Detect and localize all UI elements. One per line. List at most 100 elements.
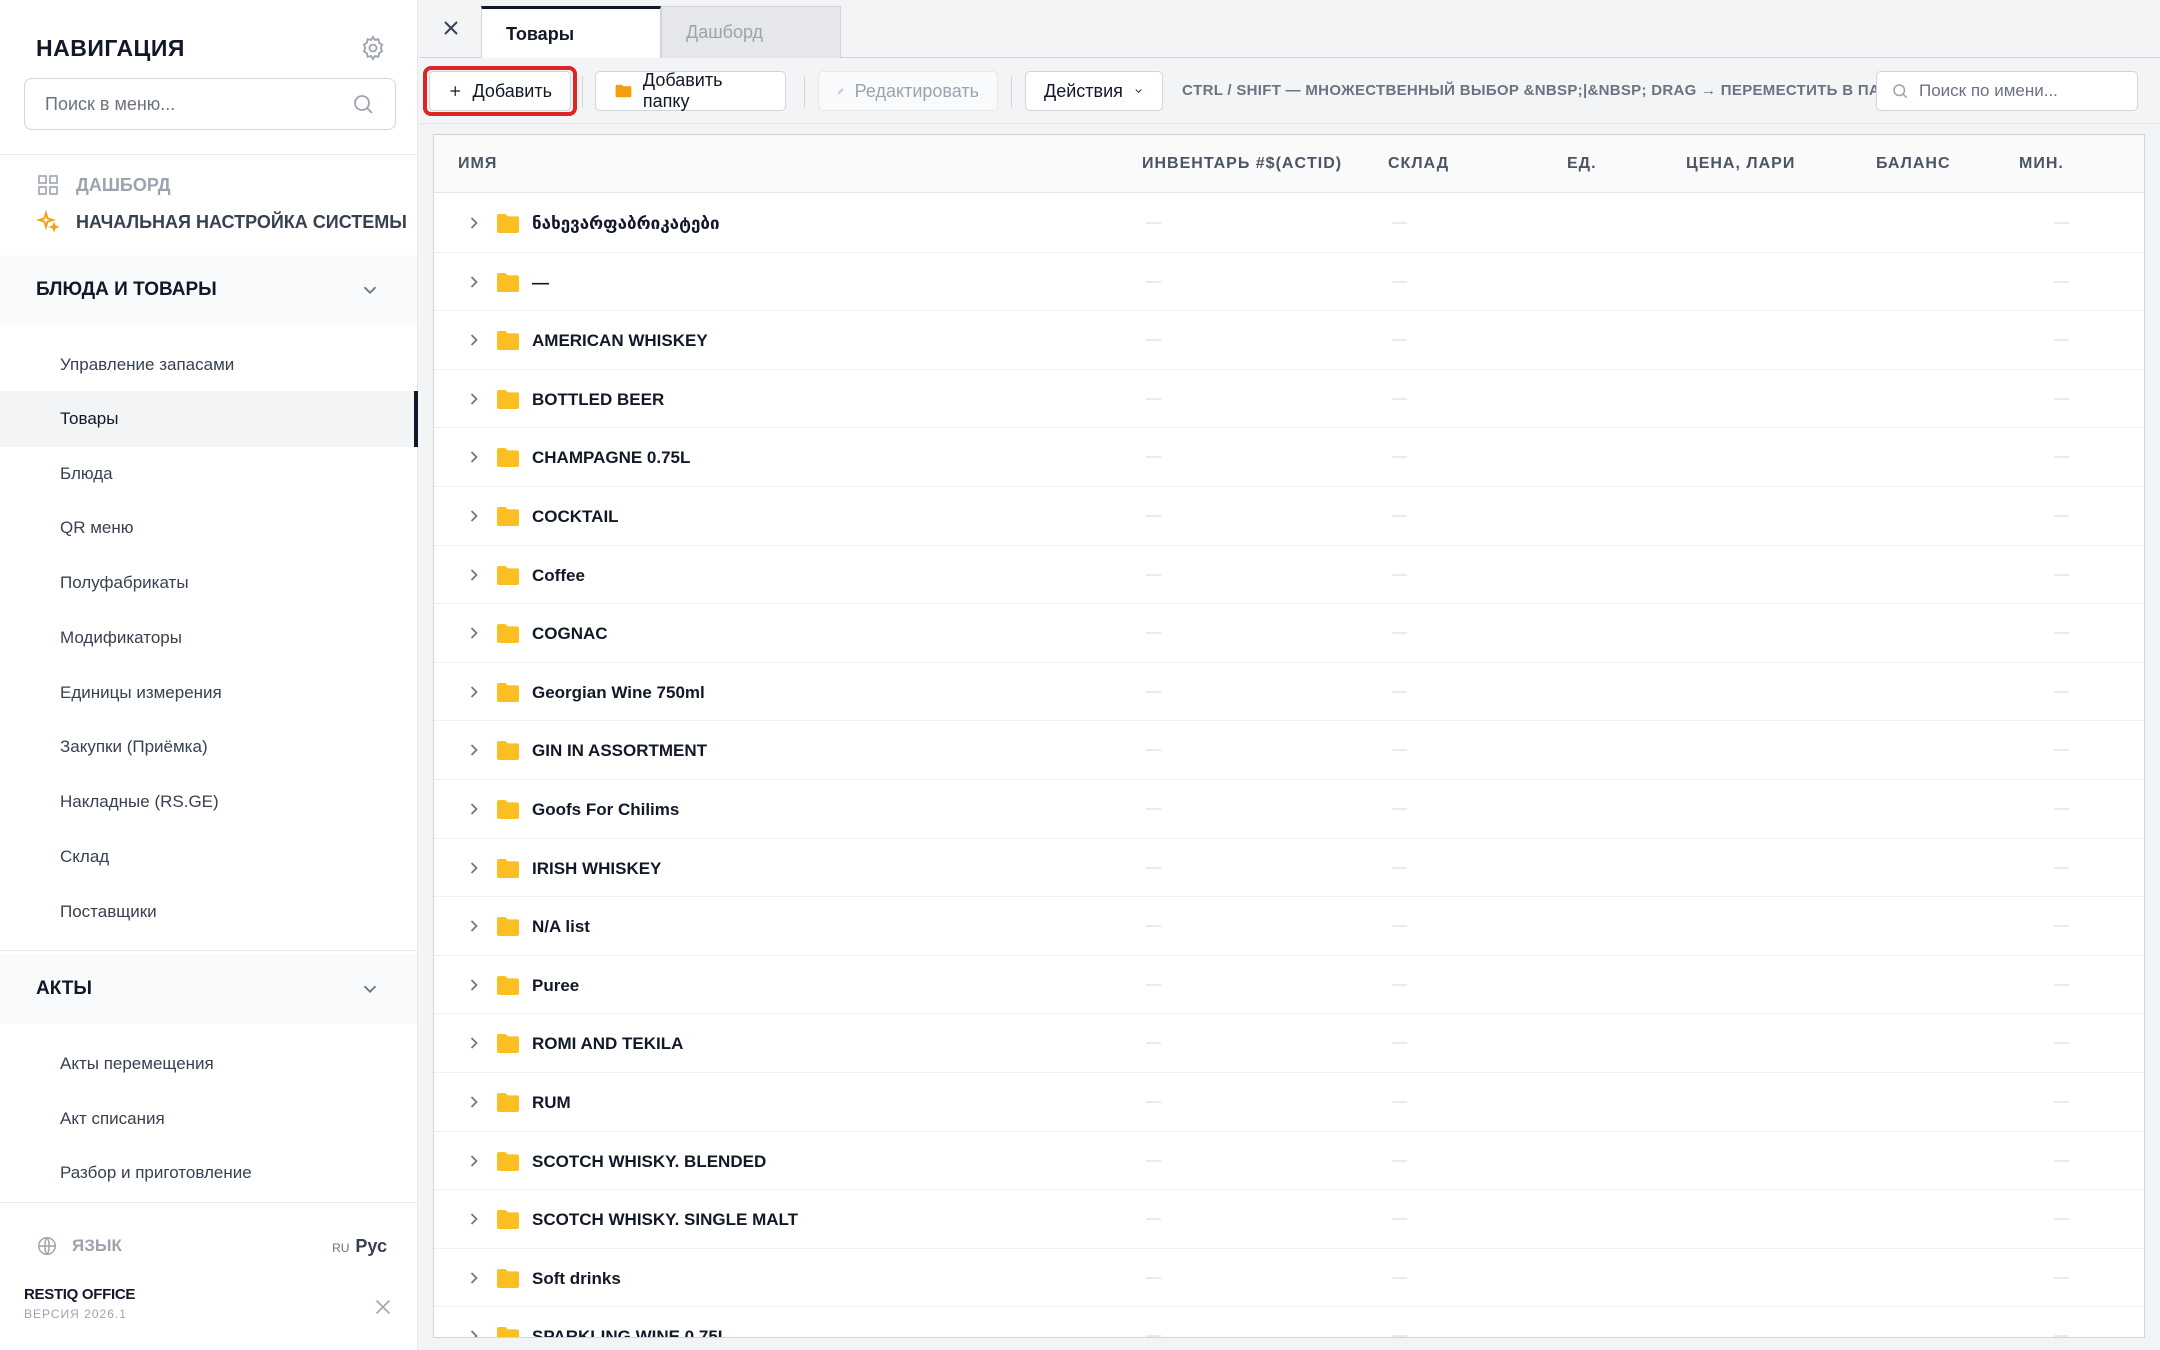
language-current[interactable]: RU Рус	[332, 1236, 387, 1257]
language-name: Рус	[355, 1235, 387, 1256]
sidebar-group-acts[interactable]: АКТЫ	[0, 954, 417, 1024]
add-button-label: Добавить	[472, 80, 552, 101]
column-header-unit[interactable]: ЕД.	[1567, 155, 1597, 173]
sidebar-item-suppliers[interactable]: Поставщики	[0, 884, 418, 940]
chevron-right-icon[interactable]	[464, 272, 484, 292]
table-row[interactable]: COGNAC — — —	[434, 604, 2144, 663]
sidebar-item-qr-menu[interactable]: QR меню	[0, 500, 418, 556]
table-row[interactable]: SCOTCH WHISKY. SINGLE MALT — — —	[434, 1190, 2144, 1249]
sidebar-item-modifiers[interactable]: Модификаторы	[0, 610, 418, 666]
close-icon[interactable]	[372, 1296, 394, 1318]
chevron-right-icon[interactable]	[464, 447, 484, 467]
table-row[interactable]: IRISH WHISKEY — — —	[434, 839, 2144, 898]
table-row[interactable]: SCOTCH WHISKY. BLENDED — — —	[434, 1132, 2144, 1191]
chevron-right-icon[interactable]	[464, 623, 484, 643]
language-switcher[interactable]: ЯЗЫК RU Рус	[36, 1230, 387, 1262]
table-row[interactable]: BOTTLED BEER — — —	[434, 370, 2144, 429]
sidebar-item-transfer-acts[interactable]: Акты перемещения	[0, 1036, 418, 1092]
row-min: —	[2054, 448, 2069, 466]
chevron-right-icon[interactable]	[464, 799, 484, 819]
edit-button[interactable]: Редактировать	[818, 71, 998, 111]
table-row[interactable]: CHAMPAGNE 0.75L — — —	[434, 428, 2144, 487]
chevron-right-icon[interactable]	[464, 1268, 484, 1288]
column-header-warehouse[interactable]: СКЛАД	[1388, 155, 1449, 173]
chevron-right-icon[interactable]	[464, 389, 484, 409]
row-inventory: —	[1146, 1268, 1161, 1286]
menu-search-input[interactable]: Поиск в меню...	[24, 78, 396, 130]
sidebar-item-dishes[interactable]: Блюда	[0, 446, 418, 502]
row-inventory: —	[1146, 565, 1161, 583]
chevron-right-icon[interactable]	[464, 740, 484, 760]
table-row[interactable]: Puree — — —	[434, 956, 2144, 1015]
row-warehouse: —	[1392, 507, 1407, 524]
sidebar-item-goods[interactable]: Товары	[0, 391, 418, 447]
row-name: RUM	[532, 1093, 571, 1112]
folder-icon	[497, 741, 519, 761]
column-header-price[interactable]: ЦЕНА, ЛАРИ	[1686, 155, 1795, 173]
table-row[interactable]: ნახევარფაბრიკატები — — —	[434, 194, 2144, 253]
table-row[interactable]: GIN IN ASSORTMENT — — —	[434, 721, 2144, 780]
sidebar-link-setup[interactable]: НАЧАЛЬНАЯ НАСТРОЙКА СИСТЕМЫ	[36, 206, 407, 238]
column-header-inventory[interactable]: ИНВЕНТАРЬ #$(ACTID)	[1142, 155, 1342, 173]
folder-icon	[497, 624, 519, 644]
row-name: SPARKLING WINE 0.75L	[532, 1327, 729, 1338]
close-tab-icon[interactable]	[439, 16, 463, 40]
chevron-right-icon[interactable]	[464, 1033, 484, 1053]
sidebar-item-write-off[interactable]: Акт списания	[0, 1091, 418, 1147]
chevron-right-icon[interactable]	[464, 1151, 484, 1171]
chevron-right-icon[interactable]	[464, 1326, 484, 1338]
table-row[interactable]: Goofs For Chilims — — —	[434, 780, 2144, 839]
table-row[interactable]: ROMI AND TEKILA — — —	[434, 1014, 2144, 1073]
chevron-right-icon[interactable]	[464, 975, 484, 995]
toolbar-separator	[804, 76, 805, 108]
chevron-right-icon[interactable]	[464, 213, 484, 233]
chevron-right-icon[interactable]	[464, 682, 484, 702]
chevron-right-icon[interactable]	[464, 1092, 484, 1112]
sidebar-link-dashboard[interactable]: ДАШБОРД	[36, 169, 171, 201]
chevron-right-icon[interactable]	[464, 1209, 484, 1229]
table-row[interactable]: COCKTAIL — — —	[434, 487, 2144, 546]
table-row[interactable]: SPARKLING WINE 0.75L — — —	[434, 1307, 2144, 1338]
tab-dashboard[interactable]: Дашборд	[661, 6, 841, 58]
row-warehouse: —	[1392, 1268, 1407, 1286]
actions-dropdown[interactable]: Действия	[1025, 71, 1163, 111]
sidebar-item-disassembly[interactable]: Разбор и приготовление	[0, 1145, 418, 1201]
sidebar-item-label: Единицы измерения	[60, 683, 222, 702]
folder-icon	[497, 975, 519, 995]
chevron-right-icon[interactable]	[464, 858, 484, 878]
chevron-right-icon[interactable]	[464, 330, 484, 350]
add-folder-button[interactable]: Добавить папку	[595, 70, 786, 111]
sidebar-item-warehouse[interactable]: Склад	[0, 829, 418, 885]
tab-goods[interactable]: Товары	[481, 6, 661, 59]
search-icon	[1893, 84, 1908, 99]
table-row[interactable]: — — — —	[434, 253, 2144, 312]
name-search-input[interactable]: Поиск по имени...	[1876, 71, 2138, 111]
column-header-balance[interactable]: БАЛАНС	[1876, 155, 1951, 173]
table-row[interactable]: Soft drinks — — —	[434, 1249, 2144, 1308]
folder-icon	[497, 272, 519, 292]
sidebar-group-goods[interactable]: БЛЮДА И ТОВАРЫ	[0, 255, 417, 325]
row-inventory: —	[1146, 741, 1161, 759]
sidebar-item-purchases[interactable]: Закупки (Приёмка)	[0, 719, 418, 775]
add-button[interactable]: Добавить	[429, 71, 571, 111]
row-min: —	[2054, 565, 2069, 583]
table-row[interactable]: RUM — — —	[434, 1073, 2144, 1132]
toolbar-separator	[582, 76, 583, 108]
sidebar-item-semi-finished[interactable]: Полуфабрикаты	[0, 555, 418, 611]
sidebar-item-invoices[interactable]: Накладные (RS.GE)	[0, 774, 418, 830]
table-row[interactable]: AMERICAN WHISKEY — — —	[434, 311, 2144, 370]
row-min: —	[2054, 1034, 2069, 1052]
column-header-name[interactable]: ИМЯ	[458, 155, 497, 173]
gear-icon[interactable]	[359, 34, 387, 62]
row-inventory: —	[1146, 975, 1161, 993]
table-row[interactable]: Coffee — — —	[434, 546, 2144, 605]
table-row[interactable]: Georgian Wine 750ml — — —	[434, 663, 2144, 722]
column-header-min[interactable]: МИН.	[2019, 155, 2064, 173]
toolbar-separator	[1011, 76, 1012, 108]
chevron-right-icon[interactable]	[464, 916, 484, 936]
chevron-right-icon[interactable]	[464, 565, 484, 585]
sidebar-item-units[interactable]: Единицы измерения	[0, 665, 418, 721]
sidebar-item-stock-management[interactable]: Управление запасами	[0, 337, 418, 393]
chevron-right-icon[interactable]	[464, 506, 484, 526]
table-row[interactable]: N/A list — — —	[434, 897, 2144, 956]
